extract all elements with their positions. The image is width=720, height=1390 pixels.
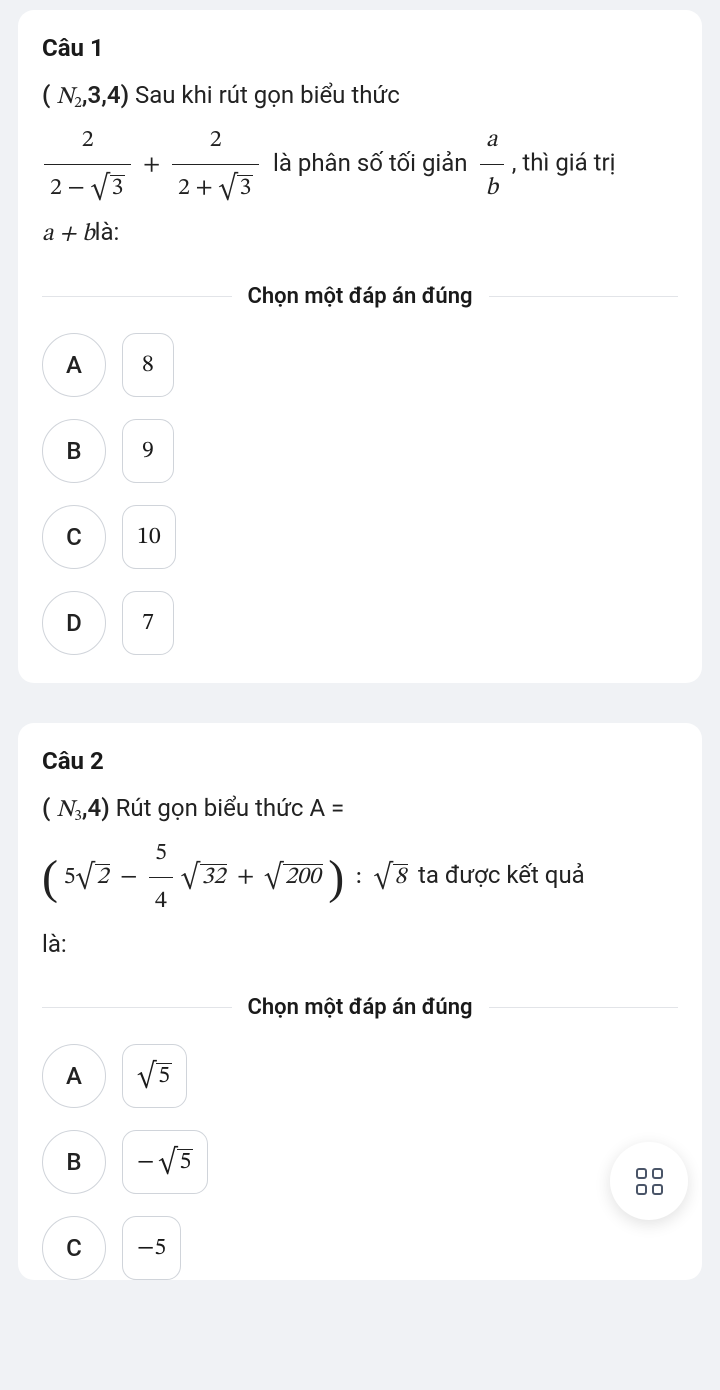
instruction-divider: Chọn một đáp án đúng	[42, 284, 678, 309]
question-card-1: Câu 1 ( N2,3,4) Sau khi rút gọn biểu thứ…	[18, 10, 702, 683]
math-expression: 2 2 − 3 + 2 2 + 3	[42, 153, 267, 177]
option-row: C 10	[42, 505, 678, 569]
options-list: A 8 B 9 C 10 D 7	[42, 333, 678, 655]
fraction-2: 2 2 + 3	[172, 119, 259, 210]
instruction-text: Chọn một đáp án đúng	[232, 995, 489, 1020]
question-text: ta được kết quả	[418, 861, 585, 889]
option-value[interactable]: 5	[122, 1044, 187, 1108]
question-tag: ( N2,3,4)	[42, 81, 129, 109]
option-letter-c[interactable]: C	[42, 505, 106, 569]
option-value[interactable]: −5	[122, 1216, 181, 1280]
question-text: là:	[42, 930, 67, 958]
question-title: Câu 1	[42, 34, 678, 62]
question-body: ( N3,4) Rút gọn biểu thức A = ( 52 − 5 4…	[42, 787, 678, 967]
question-text: Sau khi rút gọn biểu thức	[135, 81, 400, 109]
question-text: là phân số tối giản	[273, 149, 468, 177]
question-card-2: Câu 2 ( N3,4) Rút gọn biểu thức A = ( 52…	[18, 723, 702, 1280]
instruction-divider: Chọn một đáp án đúng	[42, 995, 678, 1020]
fraction-ab: a b	[480, 119, 505, 210]
grid-icon	[636, 1168, 663, 1195]
option-letter-a[interactable]: A	[42, 333, 106, 397]
option-letter-a[interactable]: A	[42, 1044, 106, 1108]
option-value[interactable]: −5	[122, 1130, 208, 1194]
option-row: B −5	[42, 1130, 678, 1194]
question-tag: ( N3,4)	[42, 794, 110, 822]
option-value[interactable]: 10	[122, 505, 176, 569]
option-letter-b[interactable]: B	[42, 1130, 106, 1194]
option-letter-c[interactable]: C	[42, 1216, 106, 1280]
question-body: ( N2,3,4) Sau khi rút gọn biểu thức 2 2 …	[42, 74, 678, 256]
instruction-text: Chọn một đáp án đúng	[232, 284, 489, 309]
option-row: A 5	[42, 1044, 678, 1108]
option-letter-b[interactable]: B	[42, 419, 106, 483]
option-row: A 8	[42, 333, 678, 397]
option-letter-d[interactable]: D	[42, 591, 106, 655]
option-row: C −5	[42, 1216, 678, 1280]
option-row: B 9	[42, 419, 678, 483]
option-row: D 7	[42, 591, 678, 655]
grid-menu-button[interactable]	[610, 1142, 688, 1220]
option-value[interactable]: 8	[122, 333, 174, 397]
option-value[interactable]: 9	[122, 419, 174, 483]
option-value[interactable]: 7	[122, 591, 174, 655]
question-title: Câu 2	[42, 747, 678, 775]
question-text: Rút gọn biểu thức A =	[116, 794, 345, 822]
math-expression: a + b	[42, 222, 95, 246]
math-expression: ( 52 − 5 4 32 + 200 ) : 8	[42, 865, 414, 889]
fraction-1: 2 2 − 3	[44, 119, 131, 210]
options-list: A 5 B −5 C −5	[42, 1044, 678, 1280]
